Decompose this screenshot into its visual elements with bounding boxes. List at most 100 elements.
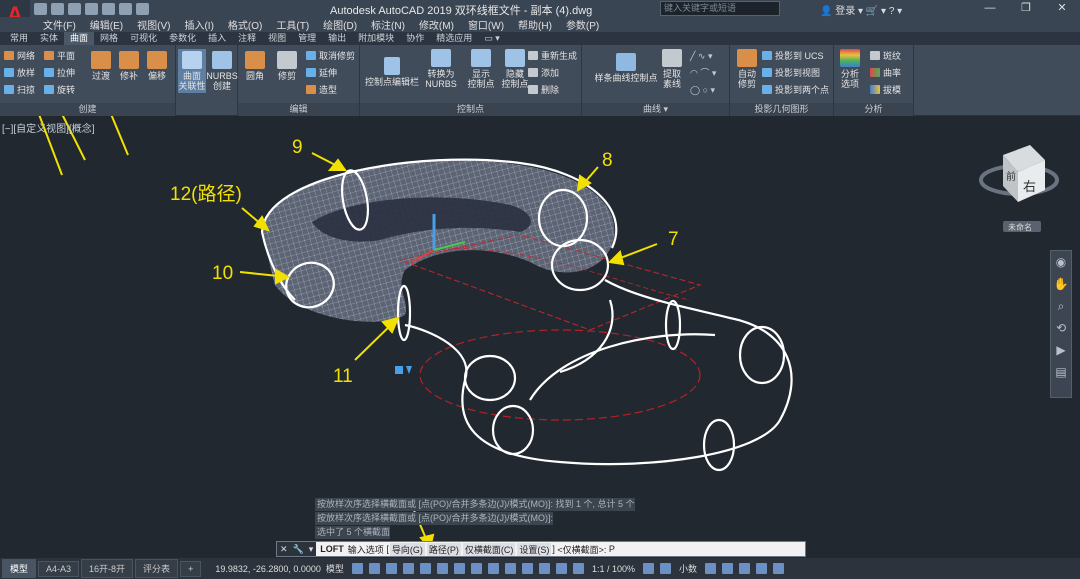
units-selector[interactable]: 小数 xyxy=(679,562,697,575)
line-tools[interactable]: ╱ ∿ ▾ xyxy=(690,51,712,62)
remove-cv-tool[interactable]: 删除 xyxy=(528,85,559,96)
gizmo-icon[interactable] xyxy=(538,563,550,574)
autoscale-icon[interactable] xyxy=(572,563,584,574)
circle-tools[interactable]: ◯ ○ ▾ xyxy=(690,85,715,96)
menu-item[interactable]: 窗口(W) xyxy=(461,17,511,32)
layout-tab-a4a3[interactable]: A4-A3 xyxy=(38,560,80,577)
minimize-button[interactable]: — xyxy=(972,0,1008,17)
login-button[interactable]: 👤 登录 ▾ 🛒 ▾ ? ▾ xyxy=(820,2,902,17)
recent-commands-icon[interactable]: ▾ xyxy=(309,544,314,555)
grip-icon[interactable] xyxy=(395,366,412,374)
sculpt-tool[interactable]: 造型 xyxy=(306,85,337,96)
quick-properties-icon[interactable] xyxy=(704,563,716,574)
revolve-tool[interactable]: 旋转 xyxy=(44,85,75,96)
extend-tool[interactable]: 延伸 xyxy=(306,68,337,79)
section-ring-c[interactable] xyxy=(463,354,517,402)
surface-associativity-tool[interactable]: 曲面 关联性 xyxy=(178,49,206,93)
ribbon-tab[interactable]: 常用 xyxy=(4,32,34,45)
hardware-acceleration-icon[interactable] xyxy=(738,563,750,574)
analysis-options-tool[interactable]: 分析 选项 xyxy=(836,49,864,89)
pan-icon[interactable]: ✋ xyxy=(1051,273,1071,295)
menu-item[interactable]: 工具(T) xyxy=(269,17,316,32)
ribbon-tab[interactable]: 曲面 xyxy=(64,32,95,45)
project-view-tool[interactable]: 投影到视图 xyxy=(762,68,820,79)
selection-cycling-icon[interactable] xyxy=(504,563,516,574)
ribbon-tab[interactable]: 视图 xyxy=(262,32,292,45)
rebuild-tool[interactable]: 重新生成 xyxy=(528,51,577,62)
section-ring-b[interactable] xyxy=(738,325,786,385)
ribbon-tab[interactable]: 参数化 xyxy=(163,32,202,45)
layout-tab-model[interactable]: 模型 xyxy=(2,559,37,578)
ribbon-tab[interactable]: 注释 xyxy=(232,32,262,45)
option-guides[interactable]: 导向(G) xyxy=(389,542,425,556)
untrim-tool[interactable]: 取消修剪 xyxy=(306,51,355,62)
menu-item[interactable]: 文件(F) xyxy=(36,17,83,32)
lofted-torus-surface[interactable] xyxy=(262,160,615,322)
saveas-icon[interactable] xyxy=(85,2,98,15)
extract-isoline-tool[interactable]: 提取 素线 xyxy=(658,49,686,89)
isolate-objects-icon[interactable] xyxy=(721,563,733,574)
network-tool[interactable]: 网络 xyxy=(4,51,35,62)
ribbon-tab[interactable]: 网格 xyxy=(94,32,124,45)
menu-item[interactable]: 视图(V) xyxy=(130,17,177,32)
trim-tool[interactable]: 修剪 xyxy=(274,51,300,81)
ribbon-tab[interactable]: 管理 xyxy=(292,32,322,45)
ribbon-tab[interactable]: 插入 xyxy=(202,32,232,45)
osnap-icon[interactable] xyxy=(419,563,431,574)
menu-item[interactable]: 标注(N) xyxy=(364,17,412,32)
drawing-viewport[interactable]: 12(路径) 9 8 7 10 11 右 前 未命名 xyxy=(0,116,1080,556)
annotation-monitor-icon[interactable] xyxy=(659,563,671,574)
transparency-icon[interactable] xyxy=(487,563,499,574)
redo-icon[interactable] xyxy=(136,2,149,15)
section-ring-a[interactable] xyxy=(664,299,682,351)
offset-tool[interactable]: 偏移 xyxy=(144,51,170,81)
zoom-icon[interactable]: ⌕ xyxy=(1051,295,1071,317)
menu-item[interactable]: 插入(I) xyxy=(177,17,220,32)
zebra-tool[interactable]: 斑纹 xyxy=(870,51,901,62)
extrude-tool[interactable]: 拉伸 xyxy=(44,68,75,79)
search-input[interactable]: 键入关键字或短语 xyxy=(660,1,780,16)
nurbs-creation-tool[interactable]: NURBS 创建 xyxy=(206,51,238,91)
orbit-icon[interactable]: ⟲ xyxy=(1051,317,1071,339)
ribbon-tab[interactable]: 协作 xyxy=(400,32,430,45)
workspace-gear-icon[interactable] xyxy=(642,563,654,574)
add-layout-button[interactable]: + xyxy=(180,560,202,577)
model-space-toggle[interactable]: 模型 xyxy=(326,562,344,575)
customize-icon[interactable]: 🔧 xyxy=(293,544,304,555)
otrack-icon[interactable] xyxy=(436,563,448,574)
showmotion-icon[interactable]: ▶ xyxy=(1051,339,1071,361)
sweep-tool[interactable]: 扫掠 xyxy=(4,85,35,96)
snap-icon[interactable] xyxy=(368,563,380,574)
close-button[interactable]: ✕ xyxy=(1044,0,1080,17)
command-input[interactable]: P xyxy=(609,544,615,554)
option-settings[interactable]: 设置(S) xyxy=(517,542,552,556)
steeringwheel-icon[interactable]: ◉ xyxy=(1051,251,1071,273)
clean-screen-icon[interactable] xyxy=(755,563,767,574)
project-two-points-tool[interactable]: 投影到两个点 xyxy=(762,85,829,96)
curvature-tool[interactable]: 曲率 xyxy=(870,68,901,79)
annotation-visibility-icon[interactable] xyxy=(555,563,567,574)
coordinate-readout[interactable]: 19.9832, -26.2800, 0.0000 xyxy=(215,564,321,574)
navbar-menu-icon[interactable]: ▤ xyxy=(1051,361,1071,383)
open-icon[interactable] xyxy=(51,2,64,15)
menu-item[interactable]: 修改(M) xyxy=(412,17,461,32)
show-cv-tool[interactable]: 显示 控制点 xyxy=(464,49,498,89)
draft-tool[interactable]: 拔模 xyxy=(870,85,901,96)
layout-tab-16k8k[interactable]: 16开-8开 xyxy=(81,559,134,578)
ribbon-tab[interactable]: 附加模块 xyxy=(352,32,400,45)
command-line[interactable]: ✕ 🔧 ▾ LOFT 输入选项 [ 导向(G) 路径(P) 仅横截面(C) 设置(S… xyxy=(276,541,806,557)
ribbon-tab[interactable]: 输出 xyxy=(322,32,352,45)
hide-cv-tool[interactable]: 隐藏 控制点 xyxy=(498,49,532,89)
menu-item[interactable]: 参数(P) xyxy=(559,17,606,32)
grid-icon[interactable] xyxy=(351,563,363,574)
menu-item[interactable]: 编辑(E) xyxy=(83,17,130,32)
lineweight-icon[interactable] xyxy=(470,563,482,574)
plot-icon[interactable] xyxy=(102,2,115,15)
inner-ring-curve[interactable] xyxy=(529,333,716,401)
menu-item[interactable]: 格式(O) xyxy=(221,17,269,32)
save-icon[interactable] xyxy=(68,2,81,15)
layout-tab-scoresheet[interactable]: 评分表 xyxy=(135,559,179,578)
section-ring-d[interactable] xyxy=(491,404,535,456)
viewport-controls-label[interactable]: [−][自定义视图][概念] xyxy=(2,120,95,135)
convert-nurbs-tool[interactable]: 转换为 NURBS xyxy=(424,49,458,89)
